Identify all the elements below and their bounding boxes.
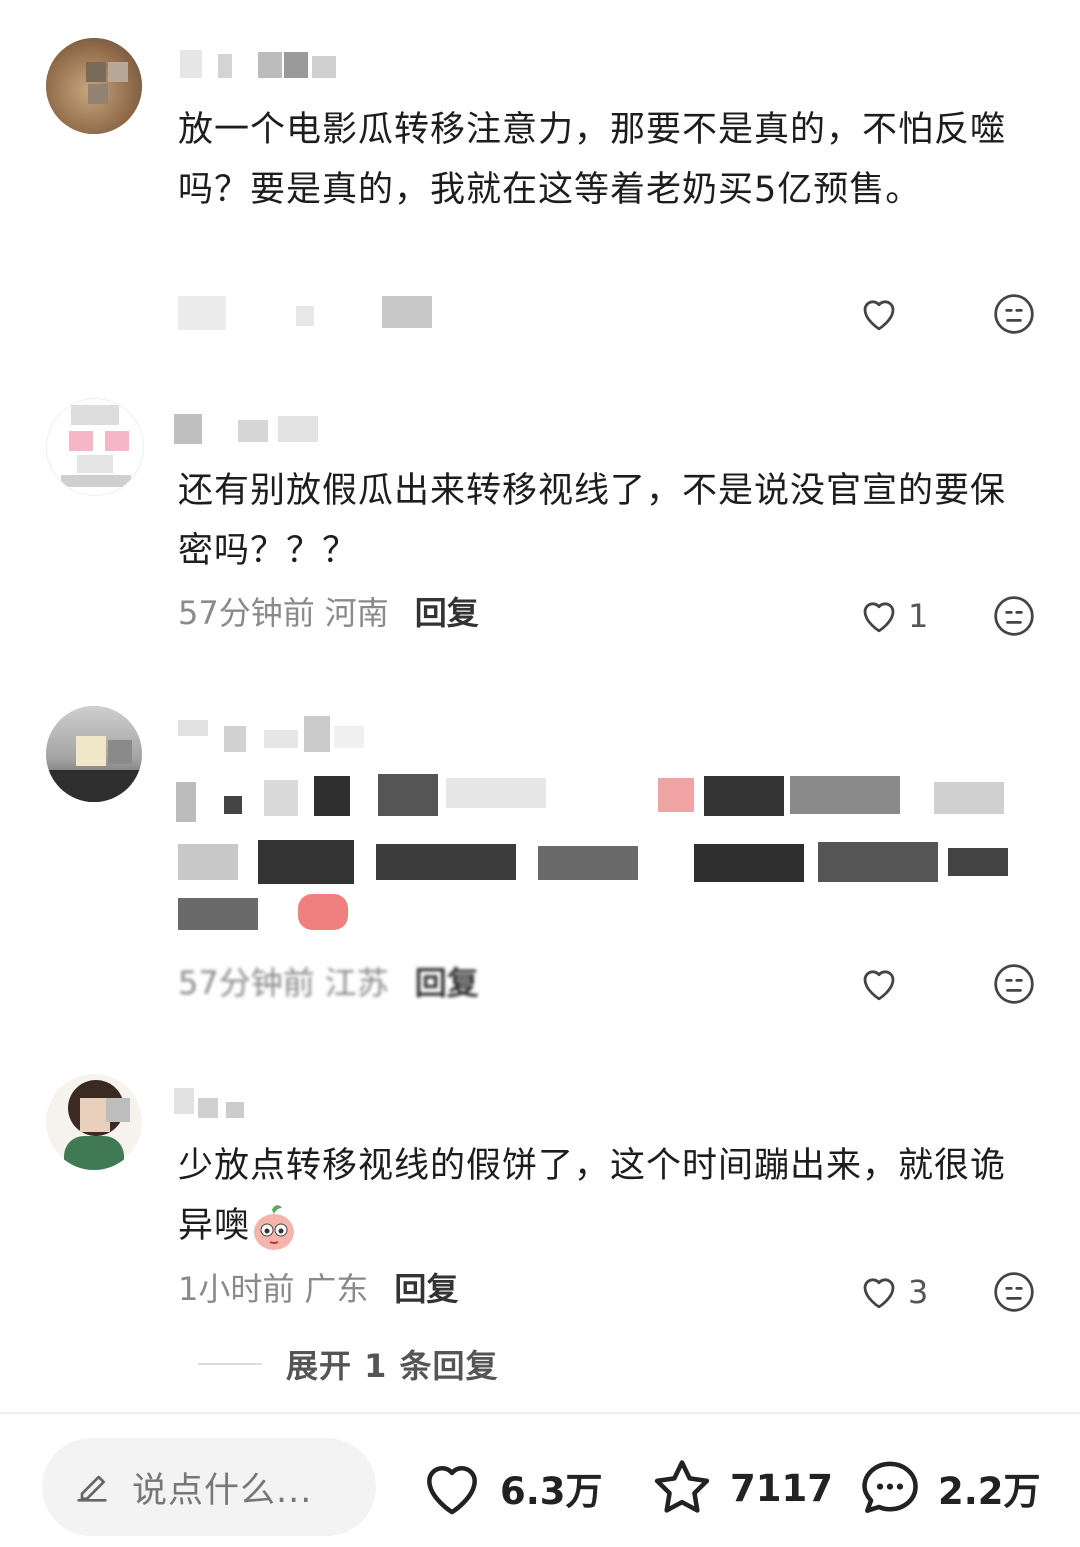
reply-button[interactable]: 回复 <box>394 1270 458 1308</box>
neutral-face-icon[interactable] <box>992 962 1036 1006</box>
expand-replies-button[interactable]: 展开 1 条回复 <box>198 1340 499 1388</box>
like-count: 3 <box>908 1273 929 1311</box>
comment-location: 江苏 <box>324 964 389 1002</box>
avatar[interactable] <box>46 38 142 134</box>
divider-line <box>198 1363 262 1365</box>
speech-bubble-icon <box>862 1461 918 1513</box>
comment-total: 2.2万 <box>938 1470 1041 1513</box>
like-post-button[interactable]: 6.3万 <box>416 1450 603 1526</box>
comment-meta-blurred <box>178 292 458 336</box>
comment-meta: 57分钟前 河南 回复 <box>178 591 479 635</box>
neutral-face-icon[interactable] <box>992 292 1036 336</box>
favorite-total: 7117 <box>730 1466 833 1510</box>
comment-location: 广东 <box>304 1270 369 1308</box>
username-blurred[interactable] <box>178 712 378 752</box>
expand-replies-label: 展开 1 条回复 <box>286 1347 499 1385</box>
comment-time: 57分钟前 <box>178 964 315 1002</box>
pencil-icon <box>77 1475 107 1502</box>
comment-time: 1小时前 <box>178 1270 295 1308</box>
neutral-face-icon[interactable] <box>992 1270 1036 1314</box>
comment-text-blurred <box>176 768 1018 938</box>
heart-outline-icon <box>863 300 895 331</box>
like-button[interactable]: 3 <box>858 1270 928 1314</box>
username-blurred[interactable] <box>178 44 348 84</box>
heart-outline-icon <box>863 1278 895 1309</box>
avatar[interactable] <box>46 398 144 496</box>
avatar[interactable] <box>46 706 142 802</box>
like-button[interactable]: 1 <box>858 594 928 638</box>
heart-outline-icon <box>427 1465 477 1515</box>
comment-button[interactable]: 2.2万 <box>854 1450 1041 1526</box>
username-blurred[interactable] <box>174 404 348 444</box>
star-outline-icon <box>654 1460 710 1513</box>
like-button[interactable] <box>858 292 908 336</box>
comment-meta: 57分钟前 江苏 回复 <box>178 961 479 1005</box>
comment-location: 河南 <box>324 594 389 632</box>
comment-text: 放一个电影瓜转移注意力，那要不是真的，不怕反噬吗？要是真的，我就在这等着老奶买5… <box>178 110 1007 210</box>
like-button[interactable] <box>858 962 908 1006</box>
like-total: 6.3万 <box>500 1470 603 1513</box>
username-blurred[interactable] <box>174 1082 348 1122</box>
peach-emoji-icon <box>254 1205 295 1250</box>
favorite-button[interactable]: 7117 <box>646 1450 833 1526</box>
avatar[interactable] <box>46 1074 142 1170</box>
like-count: 1 <box>908 597 929 635</box>
comment-meta: 1小时前 广东 回复 <box>178 1267 458 1311</box>
comment-time: 57分钟前 <box>178 594 315 632</box>
comment-input[interactable]: 说点什么... <box>42 1438 376 1536</box>
neutral-face-icon[interactable] <box>992 594 1036 638</box>
reply-button[interactable]: 回复 <box>415 964 479 1002</box>
comment-input-placeholder: 说点什么... <box>132 1470 313 1511</box>
heart-outline-icon <box>863 970 895 1001</box>
heart-outline-icon <box>863 602 895 633</box>
comment-text: 还有别放假瓜出来转移视线了，不是说没官宣的要保密吗？？？ <box>178 471 1007 571</box>
bottom-action-bar: 说点什么... 6.3万 7117 2.2万 <box>0 1414 1080 1547</box>
reply-button[interactable]: 回复 <box>415 594 479 632</box>
comment-text: 少放点转移视线的假饼了，这个时间蹦出来，就很诡异噢 <box>178 1136 1018 1256</box>
